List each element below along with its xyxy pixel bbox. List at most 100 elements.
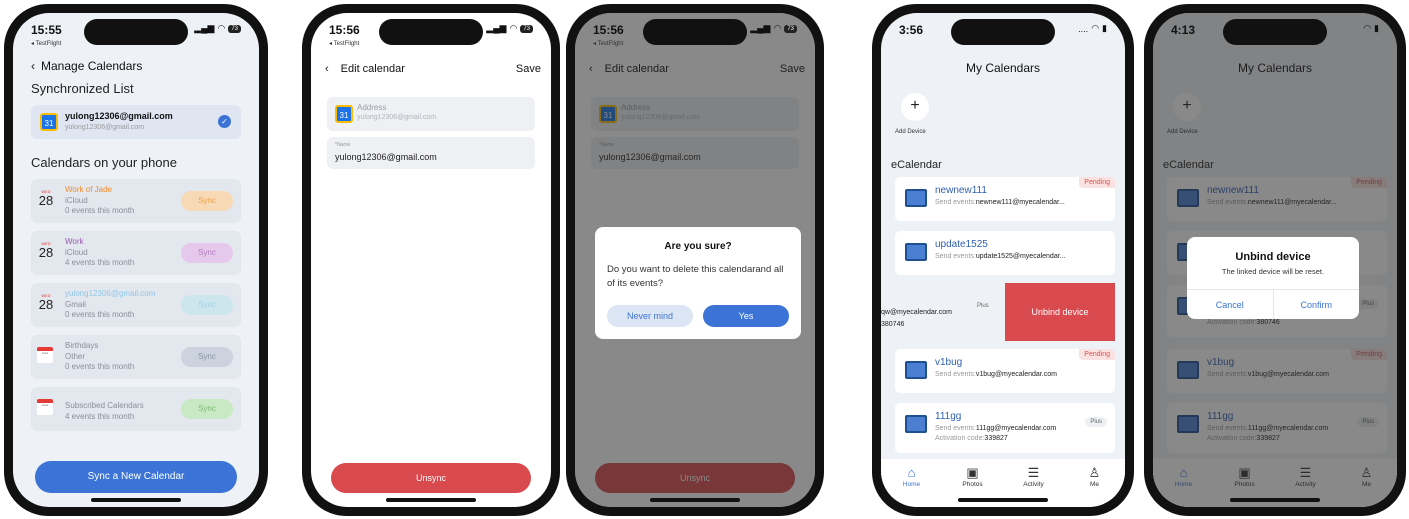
unsync-button[interactable]: Unsync (331, 463, 531, 493)
subscribed-calendar-icon: ▪▪▪ (37, 399, 53, 415)
status-time: 15:56 (329, 23, 360, 37)
wifi-icon: ◠ (1091, 23, 1100, 33)
wifi-icon: ◠ (773, 23, 782, 33)
name-label: *Name (335, 142, 351, 148)
device-card[interactable]: Plus 111gg Send events:111gg@myecalendar… (895, 403, 1115, 453)
photos-icon: ▣ (966, 465, 979, 480)
edit-calendar-screen: 15:56 ◂ TestFlight ▂▄▆ ◠ 73 ‹ Edit calendar … (311, 13, 551, 507)
calendar-row[interactable]: WED 28 Work of Jade iCloud 0 events this … (31, 179, 241, 223)
address-field: 31 Address yulong12306@gmail.com (327, 97, 535, 131)
testflight-back[interactable]: ◂ TestFlight (31, 40, 62, 47)
home-indicator (1230, 498, 1320, 502)
home-icon: ⌂ (907, 465, 916, 480)
plus-icon[interactable]: + (901, 93, 929, 121)
confirm-button[interactable]: Confirm (1274, 290, 1360, 319)
account-sub: yulong12306@gmail.com (65, 124, 145, 131)
row-source: iCloud (65, 196, 88, 205)
sync-button[interactable]: Sync (181, 243, 233, 263)
unbind-device-button[interactable]: Unbind device (1005, 283, 1115, 341)
address-label: Address (357, 103, 387, 112)
yes-button[interactable]: Yes (703, 305, 789, 327)
tab-home[interactable]: ⌂Home (892, 465, 932, 507)
row-events: 4 events this month (65, 258, 135, 267)
swiped-device-info: qw@myecalendar.com 380746 (881, 309, 952, 328)
activation-code: Activation code:339827 (935, 435, 1008, 442)
dialog-title: Are you sure? (664, 241, 732, 252)
status-time: 4:13 (1171, 23, 1196, 37)
device-icon (905, 243, 927, 261)
wifi-icon: ◠ (217, 23, 226, 33)
activity-icon: ☰ (1027, 465, 1040, 480)
save-button[interactable]: Save (516, 63, 541, 75)
device-name: v1bug (935, 357, 963, 368)
page-title: My Calendars (965, 61, 1041, 75)
testflight-back[interactable]: ◂ TestFlight (329, 40, 360, 47)
never-mind-button[interactable]: Never mind (607, 305, 693, 327)
status-icons: .... ◠ ▮ (1078, 23, 1107, 34)
signal-icon: ▂▄▆ (486, 23, 507, 33)
phone-my-calendars: 3:56 .... ◠ ▮ My Calendars + Add Device eC… (872, 4, 1134, 516)
row-source: iCloud (65, 248, 88, 257)
phone-manage-calendars: 15:55 ◂ TestFlight ▂▄▆ ◠ 73 ‹ Manage Calenda… (4, 4, 268, 516)
row-name: Work (65, 237, 84, 246)
manage-calendars-screen: 15:55 ◂ TestFlight ▂▄▆ ◠ 73 ‹ Manage Calenda… (13, 13, 259, 507)
google-calendar-icon: 31 (40, 113, 58, 131)
status-icons: ◠ ▮ (1363, 23, 1379, 34)
section-title: eCalendar (891, 159, 942, 171)
dynamic-island (84, 19, 188, 45)
name-field[interactable]: *Name yulong12306@gmail.com (327, 137, 535, 169)
row-name: yulong12306@gmail.com (65, 289, 156, 298)
calendar-row[interactable]: WED 28 Work iCloud 4 events this month Sy… (31, 231, 241, 275)
signal-icon: .... (1078, 23, 1089, 34)
birthday-calendar-icon: ▪▪▪ (37, 347, 53, 363)
home-indicator (91, 498, 181, 502)
phone-unbind-confirm: 4:13 ◠▮ My Calendars + Add Device eCalen… (1144, 4, 1406, 516)
calendar-row[interactable]: ▪▪▪ Birthdays Other 0 events this month … (31, 335, 241, 379)
device-send: Send events:v1bug@myecalendar.com (935, 371, 1057, 378)
pending-badge: Pending (1079, 177, 1115, 188)
device-card[interactable]: Pending v1bug Send events:v1bug@myecalen… (895, 349, 1115, 393)
wifi-icon: ◠ (509, 23, 518, 33)
battery-icon: ▮ (1374, 23, 1379, 33)
phone-edit-calendar: 15:56 ◂ TestFlight ▂▄▆ ◠ 73 ‹ Edit calendar … (302, 4, 560, 516)
dynamic-island (951, 19, 1055, 45)
name-input[interactable]: yulong12306@gmail.com (335, 152, 437, 162)
status-icons: ▂▄▆ ◠ 73 (486, 23, 533, 34)
sync-new-calendar-button[interactable]: Sync a New Calendar (35, 461, 237, 493)
sync-button[interactable]: Sync (181, 347, 233, 367)
battery-icon: 73 (520, 24, 533, 33)
home-indicator (650, 498, 740, 502)
unbind-dialog: Unbind device The linked device will be … (1187, 237, 1359, 319)
testflight-back[interactable]: ◂ TestFlight (593, 40, 624, 47)
phone-confirm-delete: 15:56◂ TestFlight ▂▄▆◠73 ‹Edit calendar … (566, 4, 824, 516)
battery-icon: ▮ (1102, 23, 1107, 33)
sync-button[interactable]: Sync (181, 191, 233, 211)
cancel-button[interactable]: Cancel (1187, 290, 1274, 319)
calendar-date-icon: WED 28 (38, 293, 54, 312)
edit-nav: ‹ Edit calendar Save (325, 63, 541, 75)
back-nav[interactable]: ‹ Manage Calendars (31, 59, 142, 73)
calendar-row[interactable]: WED 28 yulong12306@gmail.com Gmail 0 even… (31, 283, 241, 327)
status-icons: ▂▄▆ ◠ 73 (750, 23, 797, 34)
check-icon[interactable]: ✓ (218, 115, 231, 128)
row-source: Other (65, 352, 86, 361)
sync-button[interactable]: Sync (181, 399, 233, 419)
tab-me[interactable]: ♙Me (1075, 465, 1115, 507)
device-card[interactable]: update1525 Send events:update1525@myecal… (895, 231, 1115, 275)
status-time: 15:56 (593, 23, 624, 37)
status-icons: ▂▄▆ ◠ 73 (194, 23, 241, 34)
person-icon: ♙ (1088, 465, 1101, 480)
synced-account-card[interactable]: 31 yulong12306@gmail.com yulong12306@gma… (31, 105, 241, 139)
home-indicator (386, 498, 476, 502)
calendar-row[interactable]: ▪▪▪ Subscribed Calendars 4 events this m… (31, 387, 241, 431)
add-device-button[interactable]: + Add Device (895, 93, 935, 135)
device-card[interactable]: Pending newnew111 Send events:newnew111@… (895, 177, 1115, 221)
dynamic-island (643, 19, 747, 45)
my-calendars-screen: 3:56 .... ◠ ▮ My Calendars + Add Device eC… (881, 13, 1125, 507)
chevron-left-icon[interactable]: ‹ (325, 63, 329, 75)
dialog-body: Do you want to delete this calendarand a… (607, 264, 784, 289)
sync-button[interactable]: Sync (181, 295, 233, 315)
chevron-left-icon[interactable]: ‹ (31, 59, 35, 73)
calendar-date-icon: WED 28 (38, 189, 54, 208)
dialog-body: The linked device will be reset. (1221, 267, 1325, 276)
